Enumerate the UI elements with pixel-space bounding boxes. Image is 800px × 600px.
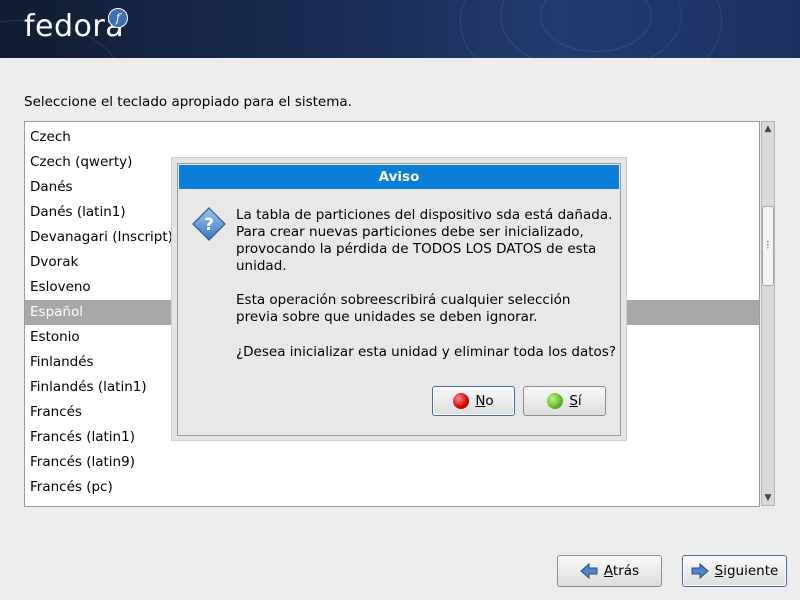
- yes-button-label: Sí: [569, 393, 582, 409]
- message-line: previa sobre que unidades se deben ignor…: [236, 309, 538, 325]
- keyboard-list-item[interactable]: Francés (pc): [25, 475, 759, 500]
- message-line: unidad.: [236, 258, 287, 274]
- no-button[interactable]: No: [432, 386, 515, 416]
- dialog-message-damaged: La tabla de particiones del dispositivo …: [236, 207, 616, 275]
- back-button[interactable]: Atrás: [557, 555, 662, 587]
- svg-text:?: ?: [204, 215, 214, 235]
- grip-icon: • • •: [766, 239, 770, 252]
- arrow-left-icon: [580, 563, 598, 579]
- next-button-label: Siguiente: [714, 563, 779, 579]
- question-icon: ?: [192, 207, 226, 241]
- scroll-up-arrow-icon[interactable]: ▲: [762, 122, 774, 136]
- scrollbar-thumb[interactable]: • • •: [762, 206, 774, 286]
- keyboard-list-item[interactable]: Czech: [25, 125, 759, 150]
- message-line: provocando la pérdida de TODOS LOS DATOS…: [236, 241, 597, 257]
- keyboard-list-scrollbar[interactable]: ▲ • • • ▼: [761, 121, 775, 506]
- fedora-logo-mark-icon: f: [108, 8, 128, 28]
- message-line: Para crear nuevas particiones debe ser i…: [236, 224, 584, 240]
- no-button-label: No: [475, 393, 494, 409]
- no-icon: [453, 393, 470, 409]
- back-button-label: Atrás: [603, 563, 640, 579]
- next-button[interactable]: Siguiente: [682, 555, 787, 587]
- keyboard-prompt: Seleccione el teclado apropiado para el …: [24, 94, 352, 110]
- dialog-question: ¿Desea inicializar esta unidad y elimina…: [236, 344, 617, 360]
- dialog-title: Aviso: [179, 165, 619, 189]
- yes-button[interactable]: Sí: [523, 386, 606, 416]
- arrow-right-icon: [691, 563, 709, 579]
- keyboard-list-item[interactable]: Francés (latin9): [25, 450, 759, 475]
- message-line: La tabla de particiones del dispositivo …: [236, 207, 613, 223]
- fedora-banner: fedora f: [0, 0, 800, 58]
- dialog-message-overwrite: Esta operación sobreescribirá cualquier …: [236, 292, 616, 326]
- message-line: Esta operación sobreescribirá cualquier …: [236, 292, 571, 308]
- yes-icon: [547, 393, 564, 409]
- scroll-down-arrow-icon[interactable]: ▼: [762, 491, 774, 505]
